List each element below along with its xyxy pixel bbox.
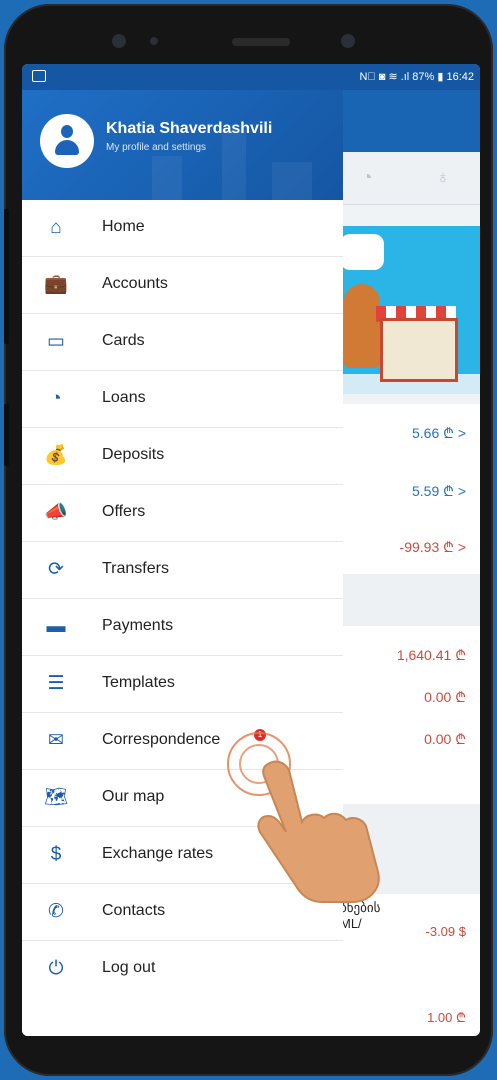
- notification-icon: [32, 70, 46, 82]
- menu-item-cards[interactable]: ▭ Cards: [22, 314, 343, 371]
- speech-bubble: [340, 234, 384, 270]
- loans-icon: ◔: [50, 388, 62, 409]
- header-decoration: [152, 156, 182, 200]
- menu-item-transfers[interactable]: ⟳ Transfers: [22, 542, 343, 599]
- header-decoration: [272, 162, 312, 200]
- amount: 0.00 ₾: [424, 689, 466, 705]
- cards-icon: ▭: [47, 331, 65, 352]
- transfer-icon: ⟳: [48, 559, 64, 580]
- avatar-body: [55, 140, 79, 155]
- home-icon: ⌂: [50, 217, 62, 238]
- menu-item-templates[interactable]: ☰ Templates: [22, 656, 343, 713]
- menu-item-label: Loans: [102, 389, 146, 406]
- profile-subtitle[interactable]: My profile and settings: [106, 142, 206, 153]
- amount: 1.00 ₾: [427, 1010, 466, 1025]
- envelope-icon: ✉: [48, 730, 64, 751]
- loans-tab-icon: ◔: [361, 167, 373, 187]
- header-decoration: [222, 130, 246, 200]
- screen: N⃒ ◙ ≋ .ıl 87% ▮ 16:42 ◔ ♁ 5.66 ₾ > 5.59…: [22, 64, 480, 1036]
- menu-item-label: Cards: [102, 332, 145, 349]
- menu-item-home[interactable]: ⌂ Home: [22, 200, 343, 257]
- shop-illustration: [380, 318, 458, 382]
- character-figure: [344, 284, 380, 368]
- amount: -3.09 $: [425, 924, 466, 939]
- menu-item-deposits[interactable]: 💰 Deposits: [22, 428, 343, 485]
- menu-item-label: Deposits: [102, 446, 165, 463]
- briefcase-icon: 💼: [44, 274, 68, 295]
- menu-item-label: Offers: [102, 503, 146, 520]
- menu-item-label: Correspondence: [102, 731, 221, 748]
- amount: 5.59 ₾ >: [412, 483, 466, 499]
- menu-item-payments[interactable]: ▬ Payments: [22, 599, 343, 656]
- money-bag-icon: 💰: [44, 445, 68, 466]
- menu-item-label: Transfers: [102, 560, 169, 577]
- menu-item-log-out[interactable]: ⏻ Log out: [22, 941, 343, 997]
- menu-item-loans[interactable]: ◔ Loans: [22, 371, 343, 428]
- menu-item-label: Contacts: [102, 902, 166, 919]
- list-icon: ☰: [47, 673, 65, 694]
- pointing-hand-icon: [257, 760, 380, 903]
- deposits-tab-icon: ♁: [436, 167, 450, 187]
- volume-button: [4, 209, 9, 344]
- menu-item-label: Log out: [102, 959, 156, 976]
- profile-name[interactable]: Khatia Shaverdashvili: [106, 120, 272, 138]
- menu-item-label: Home: [102, 218, 145, 235]
- menu-item-label: Exchange rates: [102, 845, 214, 862]
- avatar[interactable]: [40, 114, 94, 168]
- amount: -99.93 ₾ >: [399, 539, 466, 555]
- amount: 0.00 ₾: [424, 731, 466, 747]
- iris-sensor: [341, 34, 355, 48]
- front-camera: [112, 34, 126, 48]
- status-indicators: N⃒ ◙ ≋ .ıl 87% ▮ 16:42: [359, 71, 474, 83]
- profile-header[interactable]: Khatia Shaverdashvili My profile and set…: [22, 90, 343, 200]
- map-icon: 🗺: [44, 787, 69, 808]
- menu-item-accounts[interactable]: 💼 Accounts: [22, 257, 343, 314]
- phone-frame: N⃒ ◙ ≋ .ıl 87% ▮ 16:42 ◔ ♁ 5.66 ₾ > 5.59…: [4, 4, 493, 1076]
- menu-item-label: Payments: [102, 617, 174, 634]
- megaphone-icon: 📣: [44, 502, 68, 523]
- amount: 5.66 ₾ >: [412, 425, 466, 441]
- transaction-description: ML/: [340, 916, 362, 931]
- phone-icon: ✆: [48, 901, 64, 922]
- status-bar: N⃒ ◙ ≋ .ıl 87% ▮ 16:42: [22, 64, 480, 90]
- exchange-icon: $: [50, 844, 62, 865]
- avatar-head: [61, 125, 73, 138]
- menu-item-label: Templates: [102, 674, 175, 691]
- bottom-bezel: [22, 1036, 480, 1074]
- earpiece-speaker: [232, 38, 290, 46]
- power-icon: ⏻: [48, 958, 64, 979]
- wallet-icon: ▬: [46, 616, 66, 637]
- amount: 1,640.41 ₾: [396, 647, 466, 663]
- menu-item-label: Our map: [102, 788, 165, 805]
- sensor-dot: [150, 37, 158, 45]
- menu-item-offers[interactable]: 📣 Offers: [22, 485, 343, 542]
- bixby-button: [4, 404, 9, 466]
- menu-item-label: Accounts: [102, 275, 168, 292]
